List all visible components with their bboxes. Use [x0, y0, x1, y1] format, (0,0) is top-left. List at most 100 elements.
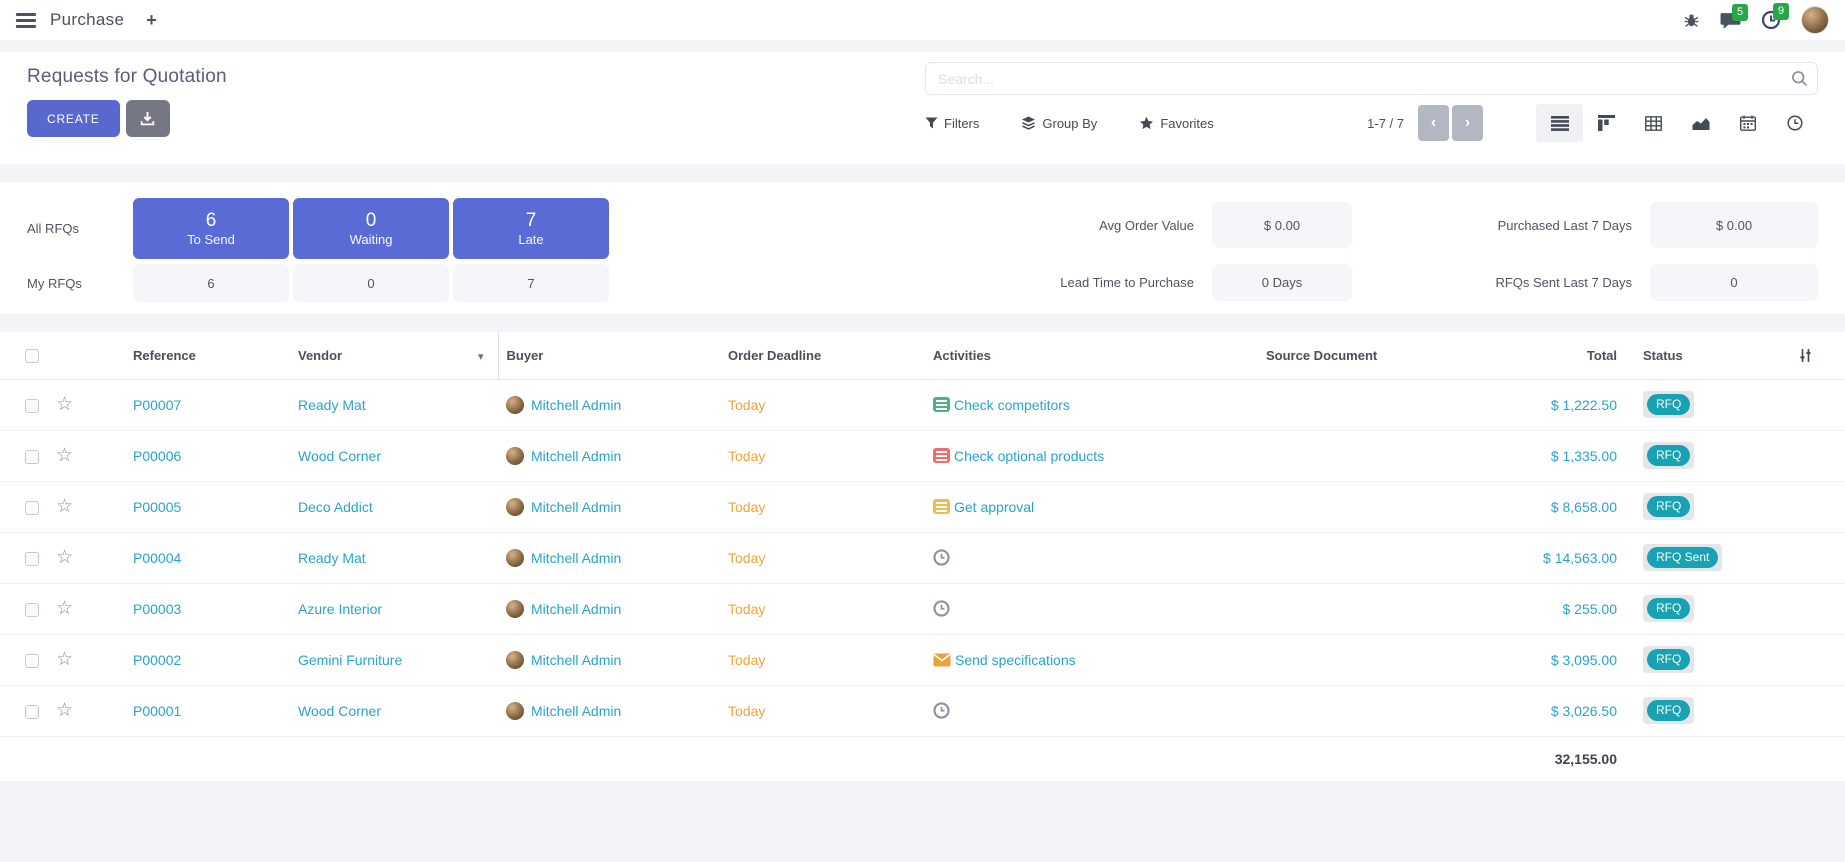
activity-link[interactable]: Send specifications: [955, 652, 1076, 668]
buyer-link[interactable]: Mitchell Admin: [531, 652, 621, 668]
column-header-vendor[interactable]: Vendor▾: [290, 332, 498, 379]
search-input[interactable]: [925, 62, 1818, 95]
favorite-star-icon[interactable]: ☆: [56, 700, 73, 721]
view-pivot-button[interactable]: [1630, 104, 1677, 142]
reference-link[interactable]: P00005: [133, 499, 181, 515]
view-graph-button[interactable]: [1677, 104, 1724, 142]
table-row[interactable]: ☆ P00007 Ready Mat Mitchell Admin Today …: [0, 379, 1845, 430]
vendor-link[interactable]: Wood Corner: [298, 448, 381, 464]
activity-list-icon[interactable]: [933, 397, 950, 412]
table-row[interactable]: ☆ P00003 Azure Interior Mitchell Admin T…: [0, 583, 1845, 634]
reference-link[interactable]: P00004: [133, 550, 181, 566]
row-checkbox[interactable]: [25, 399, 39, 413]
activity-list-icon[interactable]: [933, 448, 950, 463]
activity-clock-icon[interactable]: [933, 702, 950, 719]
row-checkbox[interactable]: [25, 654, 39, 668]
table-row[interactable]: ☆ P00002 Gemini Furniture Mitchell Admin…: [0, 634, 1845, 685]
view-activity-button[interactable]: [1771, 104, 1818, 142]
reference-link[interactable]: P00006: [133, 448, 181, 464]
buyer-avatar: [506, 600, 524, 618]
activity-list-icon[interactable]: [933, 499, 950, 514]
row-checkbox[interactable]: [25, 552, 39, 566]
column-header-status[interactable]: Status: [1635, 332, 1790, 379]
export-button[interactable]: [126, 100, 170, 137]
buyer-link[interactable]: Mitchell Admin: [531, 601, 621, 617]
column-header-reference[interactable]: Reference: [103, 332, 290, 379]
app-title[interactable]: Purchase: [50, 10, 124, 30]
group-by-button[interactable]: Group By: [1021, 116, 1097, 131]
activity-clock-icon[interactable]: [933, 549, 950, 566]
messages-icon[interactable]: 5: [1720, 11, 1741, 30]
activity-link[interactable]: Check competitors: [954, 397, 1070, 413]
buyer-link[interactable]: Mitchell Admin: [531, 397, 621, 413]
buyer-link[interactable]: Mitchell Admin: [531, 499, 621, 515]
table-row[interactable]: ☆ P00005 Deco Addict Mitchell Admin Toda…: [0, 481, 1845, 532]
vendor-link[interactable]: Ready Mat: [298, 397, 366, 413]
activity-link[interactable]: Check optional products: [954, 448, 1104, 464]
order-deadline: Today: [728, 499, 765, 515]
favorite-star-icon[interactable]: ☆: [56, 598, 73, 619]
buyer-link[interactable]: Mitchell Admin: [531, 703, 621, 719]
activities-clock-icon[interactable]: 9: [1761, 10, 1781, 30]
tile-to-send[interactable]: 6 To Send: [133, 198, 289, 259]
search-icon[interactable]: [1791, 70, 1808, 87]
star-icon: [1139, 116, 1154, 130]
row-checkbox[interactable]: [25, 603, 39, 617]
activity-clock-icon[interactable]: [933, 600, 950, 617]
vendor-link[interactable]: Azure Interior: [298, 601, 382, 617]
vendor-link[interactable]: Wood Corner: [298, 703, 381, 719]
favorites-button[interactable]: Favorites: [1139, 116, 1213, 131]
tile-my-late[interactable]: 7: [453, 264, 609, 302]
row-checkbox[interactable]: [25, 450, 39, 464]
table-row[interactable]: ☆ P00006 Wood Corner Mitchell Admin Toda…: [0, 430, 1845, 481]
favorite-star-icon[interactable]: ☆: [56, 649, 73, 670]
optional-columns-icon[interactable]: [1798, 348, 1837, 363]
user-avatar[interactable]: [1801, 6, 1829, 34]
tile-my-waiting[interactable]: 0: [293, 264, 449, 302]
reference-link[interactable]: P00001: [133, 703, 181, 719]
activity-link[interactable]: Get approval: [954, 499, 1034, 515]
view-list-button[interactable]: [1536, 104, 1583, 142]
total-amount: $ 1,335.00: [1551, 448, 1617, 464]
menu-icon[interactable]: [16, 13, 36, 28]
favorite-star-icon[interactable]: ☆: [56, 445, 73, 466]
view-calendar-button[interactable]: [1724, 104, 1771, 142]
vendor-link[interactable]: Ready Mat: [298, 550, 366, 566]
sort-caret-icon: ▾: [478, 350, 484, 363]
table-row[interactable]: ☆ P00001 Wood Corner Mitchell Admin Toda…: [0, 685, 1845, 736]
activities-badge: 9: [1773, 3, 1789, 20]
pager-previous-button[interactable]: ‹: [1418, 105, 1449, 141]
column-header-total[interactable]: Total: [1450, 332, 1635, 379]
column-header-source-document[interactable]: Source Document: [1258, 332, 1450, 379]
column-header-order-deadline[interactable]: Order Deadline: [720, 332, 925, 379]
reference-link[interactable]: P00002: [133, 652, 181, 668]
select-all-checkbox[interactable]: [25, 349, 39, 363]
vendor-link[interactable]: Gemini Furniture: [298, 652, 402, 668]
debug-bug-icon[interactable]: [1683, 12, 1700, 29]
table-row[interactable]: ☆ P00004 Ready Mat Mitchell Admin Today …: [0, 532, 1845, 583]
tile-waiting[interactable]: 0 Waiting: [293, 198, 449, 259]
pager-next-button[interactable]: ›: [1452, 105, 1483, 141]
row-checkbox[interactable]: [25, 501, 39, 515]
total-amount: $ 3,095.00: [1551, 652, 1617, 668]
status-badge: RFQ: [1643, 595, 1694, 622]
reference-link[interactable]: P00007: [133, 397, 181, 413]
buyer-link[interactable]: Mitchell Admin: [531, 448, 621, 464]
tile-late[interactable]: 7 Late: [453, 198, 609, 259]
favorite-star-icon[interactable]: ☆: [56, 496, 73, 517]
filters-button[interactable]: Filters: [925, 116, 979, 131]
activity-envelope-icon[interactable]: [933, 653, 951, 667]
order-deadline: Today: [728, 601, 765, 617]
create-button[interactable]: CREATE: [27, 100, 120, 137]
tile-my-to-send[interactable]: 6: [133, 264, 289, 302]
buyer-link[interactable]: Mitchell Admin: [531, 550, 621, 566]
favorite-star-icon[interactable]: ☆: [56, 394, 73, 415]
reference-link[interactable]: P00003: [133, 601, 181, 617]
column-header-buyer[interactable]: Buyer: [498, 332, 720, 379]
column-header-activities[interactable]: Activities: [925, 332, 1258, 379]
view-kanban-button[interactable]: [1583, 104, 1630, 142]
vendor-link[interactable]: Deco Addict: [298, 499, 373, 515]
new-tab-button[interactable]: +: [146, 10, 157, 31]
favorite-star-icon[interactable]: ☆: [56, 547, 73, 568]
row-checkbox[interactable]: [25, 705, 39, 719]
